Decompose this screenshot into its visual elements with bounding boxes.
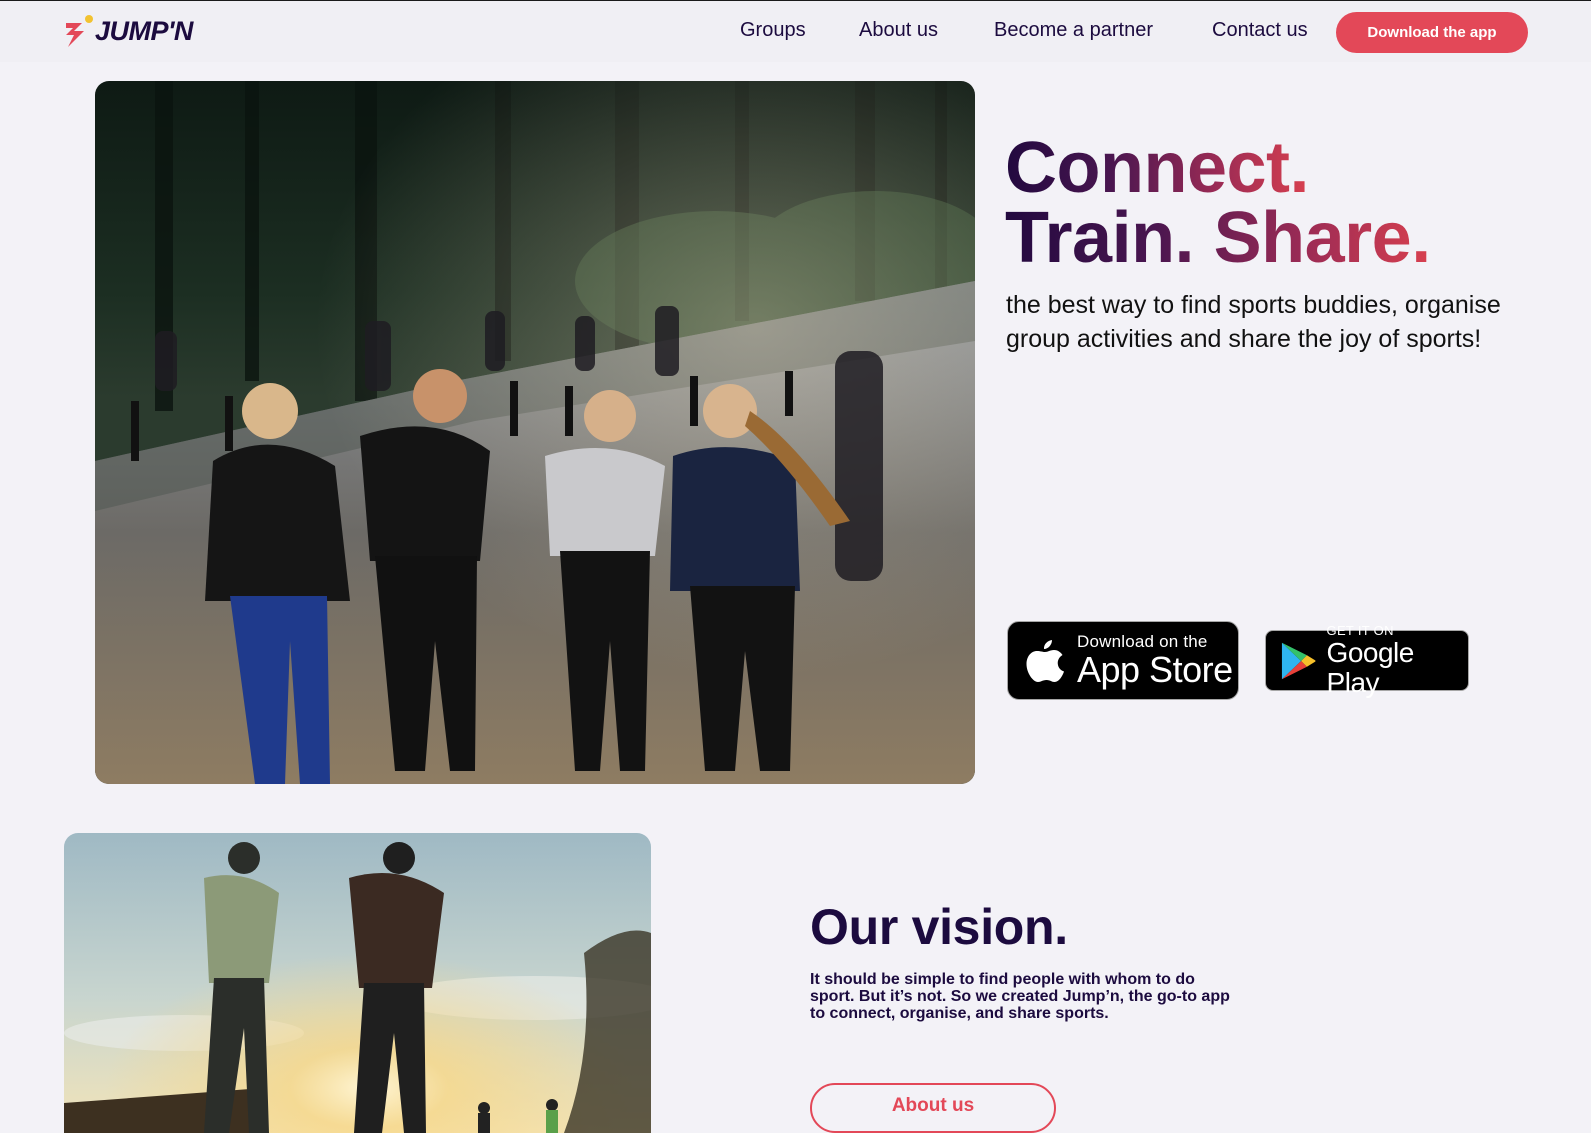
site-header: JUMP'N Groups About us Become a partner … [0, 1, 1591, 62]
logo-wordmark: JUMP'N [95, 15, 193, 46]
vision-title: Our vision. [810, 899, 1068, 955]
app-store-badge[interactable]: Download on the App Store [1007, 621, 1239, 700]
app-store-small-text: Download on the [1077, 631, 1208, 651]
nav-item-about-us[interactable]: About us [859, 19, 938, 42]
google-play-big-text: Google Play [1326, 636, 1415, 698]
vision-text: It should be simple to find people with … [810, 971, 1230, 1022]
google-play-badge[interactable]: GET IT ON Google Play [1265, 623, 1469, 697]
download-app-button[interactable]: Download the app [1336, 12, 1528, 53]
hero-tagline: the best way to find sports buddies, org… [1006, 291, 1501, 353]
hero-photo [95, 81, 975, 784]
about-us-button[interactable]: About us [810, 1083, 1056, 1133]
headline-line-1: Connect. [1005, 128, 1310, 208]
nav-item-contact-us[interactable]: Contact us [1212, 19, 1308, 42]
google-play-small-text: GET IT ON [1326, 622, 1394, 638]
google-play-icon [1281, 642, 1316, 679]
jumpn-bolt-icon [66, 15, 93, 47]
nav-item-groups[interactable]: Groups [740, 19, 806, 42]
apple-logo-icon [1026, 639, 1064, 682]
app-store-big-text: App Store [1077, 648, 1233, 690]
hero-headline: Connect. Train. Share. [1005, 128, 1431, 273]
headline-share: Share. [1213, 198, 1431, 278]
nav-item-become-a-partner[interactable]: Become a partner [994, 19, 1153, 42]
headline-line-2: Train. Share. [1005, 203, 1431, 273]
logo-link[interactable]: JUMP'N [64, 11, 193, 51]
vision-photo [64, 833, 651, 1133]
headline-train: Train. [1005, 198, 1195, 278]
